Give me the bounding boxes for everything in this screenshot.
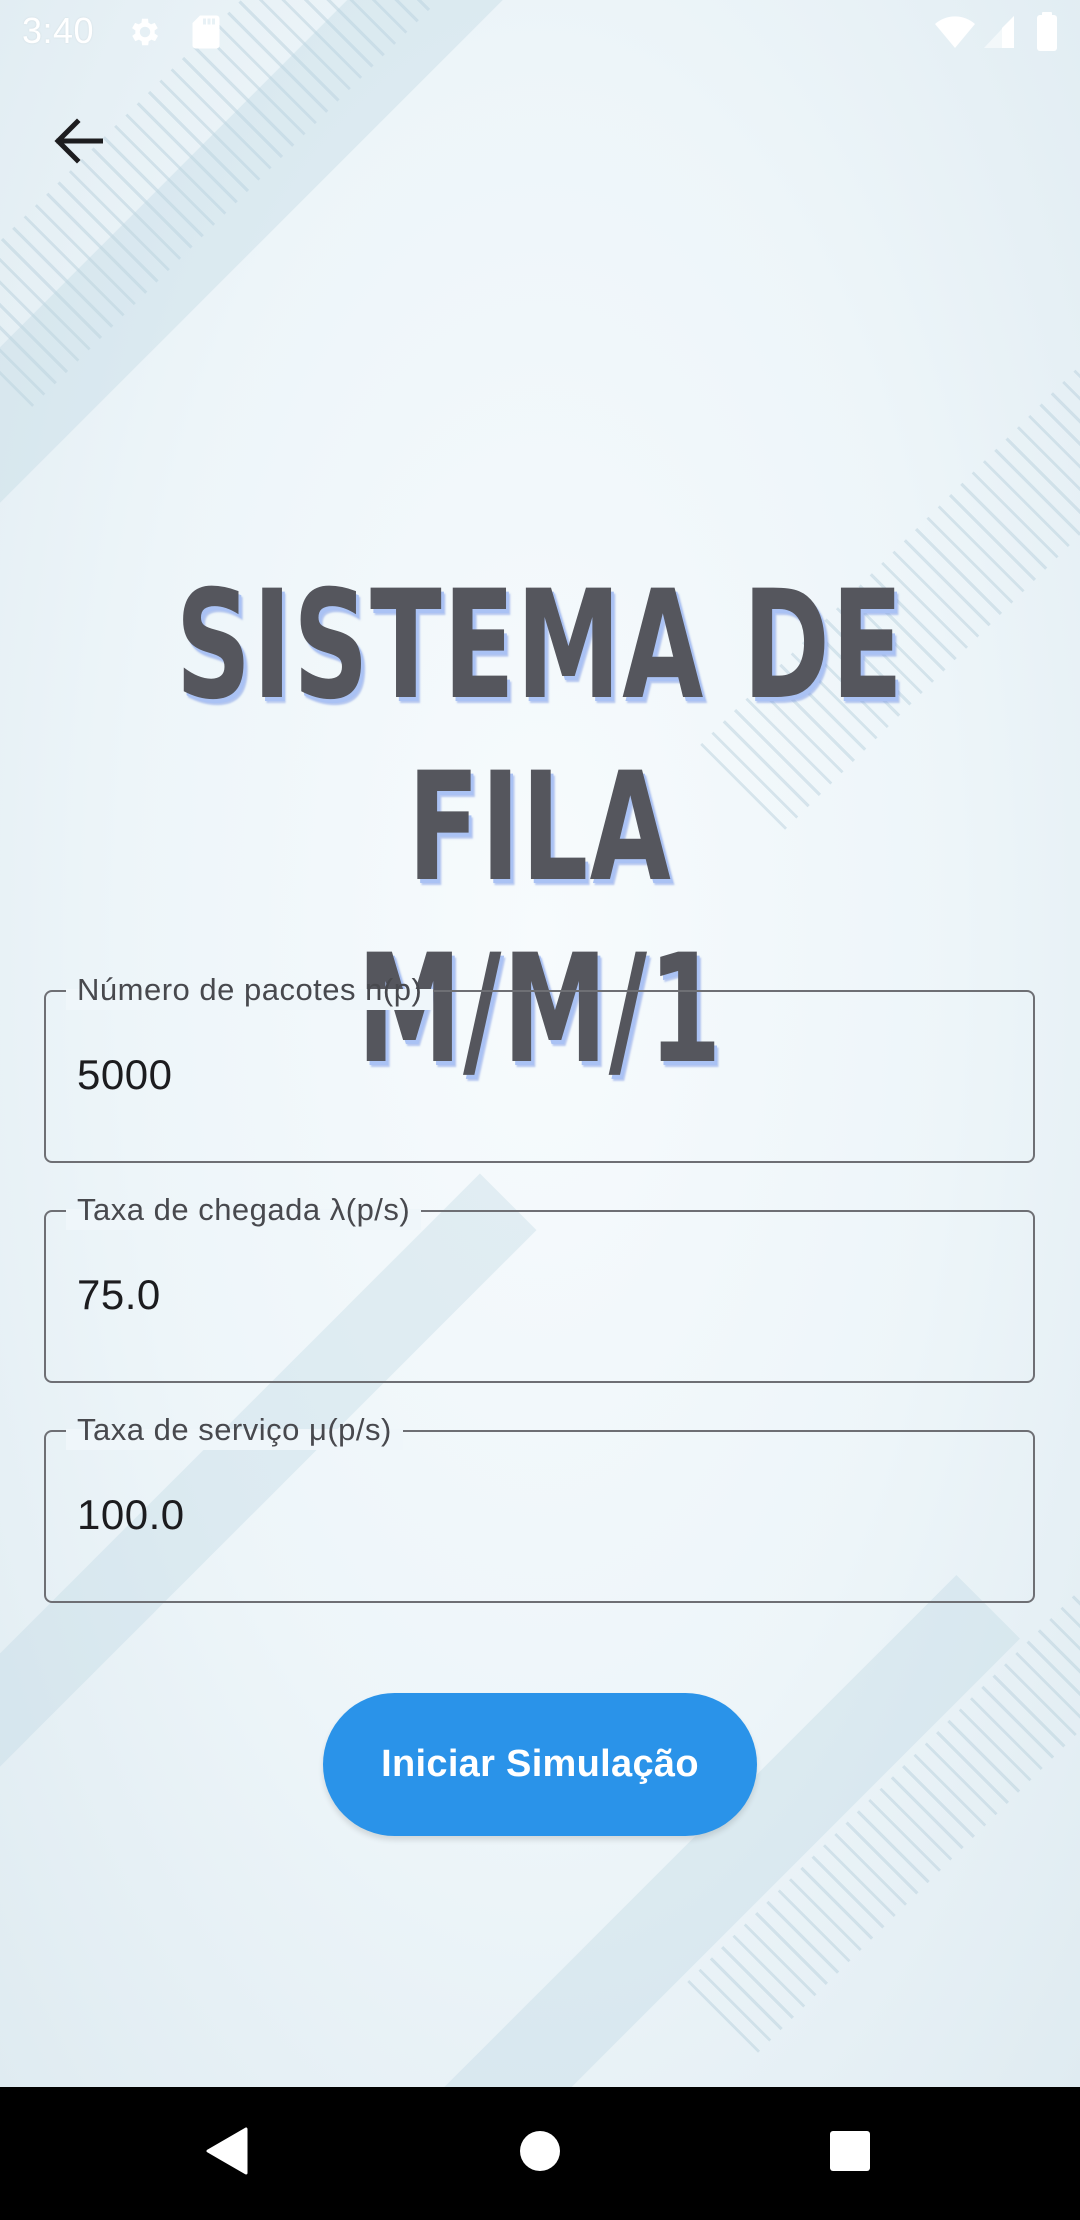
service-rate-value[interactable]: 100.0 [77,1490,185,1540]
cellular-signal-icon [982,14,1016,55]
arrival-rate-label: Taxa de chegada λ(p/s) [66,1190,422,1230]
wifi-icon [934,14,976,55]
system-navigation-bar [0,2087,1080,2220]
start-simulation-button[interactable]: Iniciar Simulação [323,1693,757,1836]
background-stripe [0,0,608,533]
back-button[interactable] [40,105,116,181]
app-screen: 3:40 SISTEMA DE FILA M/M/1 Número de pac… [0,0,1080,2087]
recents-square-icon [829,2130,871,2177]
packets-count-value[interactable]: 5000 [77,1050,172,1100]
settings-icon [127,14,163,55]
home-circle-icon [519,2130,561,2177]
nav-recents-button[interactable] [770,2087,930,2220]
arrival-rate-value[interactable]: 75.0 [77,1270,161,1320]
back-triangle-icon [204,2127,248,2180]
arrow-back-icon [53,117,104,169]
packets-count-field[interactable]: Número de pacotes n(p) 5000 [44,970,1035,1163]
sd-card-icon [191,14,221,55]
nav-home-button[interactable] [460,2087,620,2220]
page-title-line1: SISTEMA DE FILA [175,559,905,915]
service-rate-label: Taxa de serviço μ(p/s) [66,1410,403,1450]
nav-back-button[interactable] [146,2087,306,2220]
status-time: 3:40 [22,10,95,51]
packets-count-label: Número de pacotes n(p) [66,970,434,1010]
arrival-rate-field[interactable]: Taxa de chegada λ(p/s) 75.0 [44,1190,1035,1383]
service-rate-field[interactable]: Taxa de serviço μ(p/s) 100.0 [44,1410,1035,1603]
status-bar: 3:40 [0,0,1080,66]
battery-icon [1036,12,1058,57]
